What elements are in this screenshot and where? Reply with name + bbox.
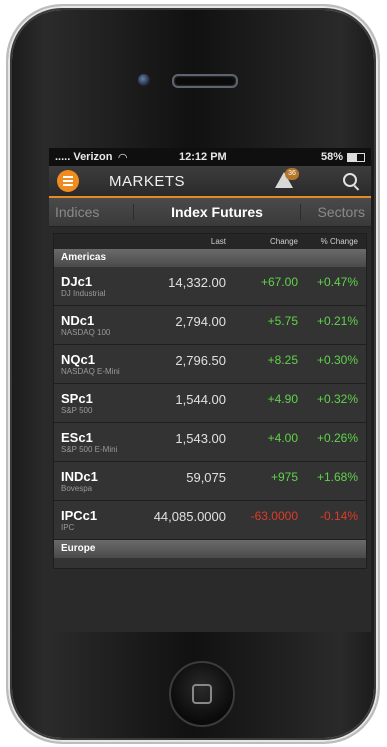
row-pct-change: -0.14% — [319, 509, 358, 523]
tab-sectors[interactable]: Sectors — [301, 204, 371, 220]
search-icon[interactable] — [343, 173, 357, 187]
row-symbol: IPCc1 — [61, 508, 98, 523]
table-row[interactable]: SPc1 S&P 500 1,544.00 +4.90 +0.32% — [54, 384, 366, 423]
row-description: S&P 500 — [61, 406, 93, 415]
row-description: DJ Industrial — [61, 289, 106, 298]
status-bar: ..... Verizon ◠ 12:12 PM 58% — [49, 148, 371, 166]
table-row[interactable]: IPCc1 IPC 44,085.0000 -63.0000 -0.14% — [54, 501, 366, 540]
row-pct-change: +0.47% — [316, 275, 358, 289]
row-symbol: DJc1 — [61, 274, 93, 289]
row-symbol: ESc1 — [61, 430, 93, 445]
row-change: +4.90 — [267, 392, 298, 406]
table-row[interactable]: DJc1 DJ Industrial 14,332.00 +67.00 +0.4… — [54, 267, 366, 306]
home-button[interactable] — [169, 661, 235, 727]
column-header-last: Last — [210, 237, 226, 246]
phone-frame: ..... Verizon ◠ 12:12 PM 58% MARKETS 36 … — [8, 6, 378, 742]
quotes-table: Last Change % Change Americas DJc1 DJ In… — [53, 233, 367, 569]
row-change: +8.25 — [267, 353, 298, 367]
table-row[interactable]: INDc1 Bovespa 59,075 +975 +1.68% — [54, 462, 366, 501]
row-symbol: NDc1 — [61, 313, 95, 328]
row-pct-change: +0.21% — [316, 314, 358, 328]
row-change: +5.75 — [267, 314, 298, 328]
row-symbol: INDc1 — [61, 469, 98, 484]
app-header: MARKETS 36 — [49, 166, 371, 198]
row-change: +4.00 — [267, 431, 298, 445]
row-pct-change: +0.30% — [316, 353, 358, 367]
row-description: NASDAQ E-Mini — [61, 367, 120, 376]
column-header-change: Change — [269, 237, 298, 246]
column-headers: Last Change % Change — [54, 234, 366, 249]
section-header-americas: Americas — [54, 249, 366, 267]
tab-index-futures[interactable]: Index Futures — [133, 204, 301, 220]
row-description: S&P 500 E-Mini — [61, 445, 118, 454]
alerts-badge: 36 — [285, 168, 299, 180]
row-description: NASDAQ 100 — [61, 328, 111, 337]
row-last: 2,796.50 — [175, 353, 226, 368]
battery-icon — [347, 152, 365, 162]
row-last: 44,085.0000 — [153, 509, 226, 524]
row-last: 1,543.00 — [175, 431, 226, 446]
earpiece-speaker — [172, 74, 238, 88]
row-pct-change: +0.26% — [316, 431, 358, 445]
screen: ..... Verizon ◠ 12:12 PM 58% MARKETS 36 … — [49, 148, 371, 632]
row-last: 14,332.00 — [168, 275, 226, 290]
row-pct-change: +1.68% — [316, 470, 358, 484]
wifi-icon: ◠ — [118, 151, 127, 164]
table-row[interactable]: NDc1 NASDAQ 100 2,794.00 +5.75 +0.21% — [54, 306, 366, 345]
row-last: 1,544.00 — [175, 392, 226, 407]
row-change: +975 — [270, 470, 298, 484]
tab-indices[interactable]: Indices — [49, 204, 133, 220]
table-row[interactable]: ESc1 S&P 500 E-Mini 1,543.00 +4.00 +0.26… — [54, 423, 366, 462]
carrier-label: ..... Verizon — [55, 151, 113, 163]
row-pct-change: +0.32% — [316, 392, 358, 406]
row-description: IPC — [61, 523, 75, 532]
home-square-icon — [192, 684, 212, 704]
section-header-europe: Europe — [54, 540, 366, 558]
front-camera — [138, 74, 150, 86]
table-row-partial[interactable] — [54, 558, 366, 568]
battery-percent: 58% — [320, 151, 343, 163]
battery-indicator: 58% — [321, 151, 365, 163]
row-last: 2,794.00 — [175, 314, 226, 329]
table-row[interactable]: NQc1 NASDAQ E-Mini 2,796.50 +8.25 +0.30% — [54, 345, 366, 384]
tab-bar: Indices Index Futures Sectors — [49, 198, 371, 227]
row-description: Bovespa — [61, 484, 93, 493]
row-change: -63.0000 — [250, 509, 298, 523]
clock: 12:12 PM — [179, 151, 227, 163]
row-last: 59,075 — [186, 470, 226, 485]
row-symbol: NQc1 — [61, 352, 95, 367]
column-header-pct-change: % Change — [320, 237, 358, 246]
row-change: +67.00 — [260, 275, 298, 289]
menu-logo-icon[interactable] — [57, 170, 79, 192]
page-title: MARKETS — [109, 172, 186, 190]
row-symbol: SPc1 — [61, 391, 93, 406]
